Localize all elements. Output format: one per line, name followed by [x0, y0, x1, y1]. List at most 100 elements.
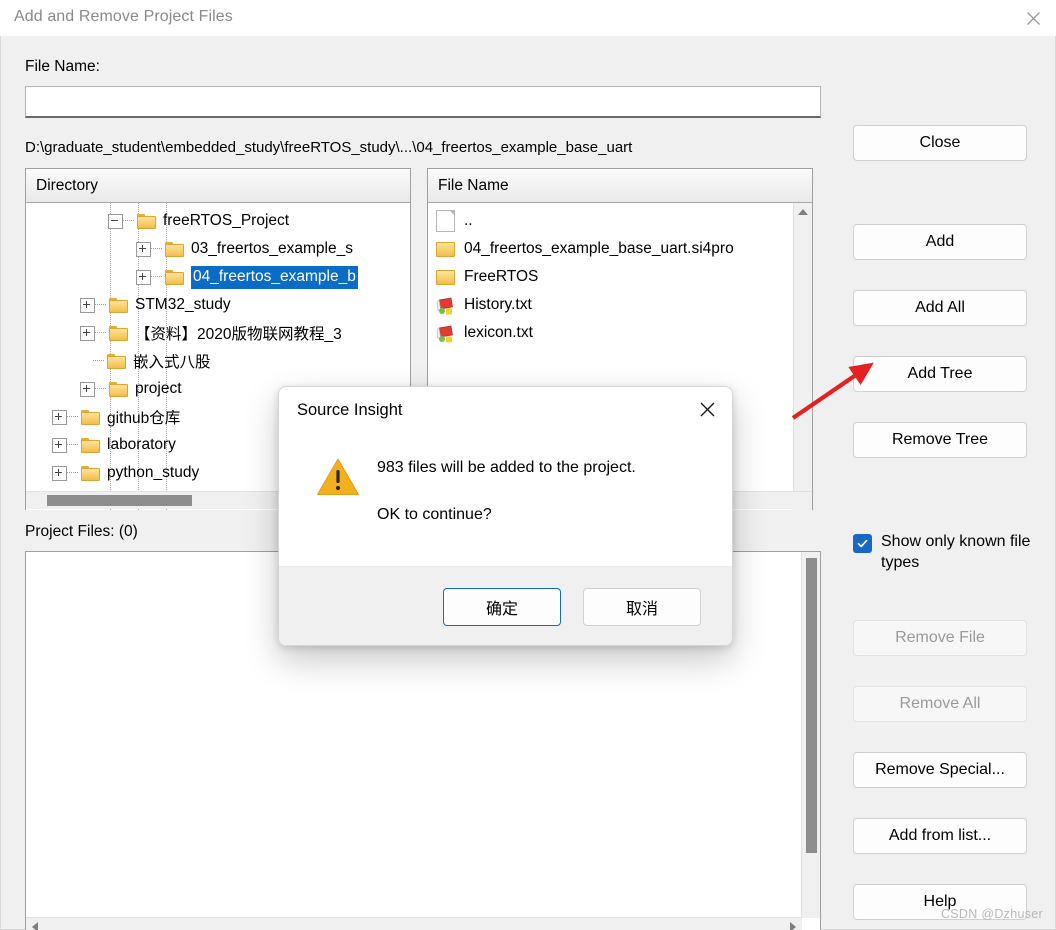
directory-tree-item-label: github仓库: [107, 410, 181, 427]
source-insight-modal: Source Insight 983 files will be added t…: [278, 386, 733, 646]
directory-tree-item-label: 嵌入式八股: [133, 354, 211, 371]
project-files-hscrollbar[interactable]: [26, 917, 802, 930]
remove-all-button: Remove All: [853, 686, 1027, 722]
expand-icon[interactable]: [80, 297, 95, 313]
tree-connector: [93, 360, 104, 362]
checkbox-label: Show only known file types: [881, 533, 1031, 571]
directory-tree-item-label: laboratory: [107, 436, 176, 453]
add-button[interactable]: Add: [853, 224, 1027, 260]
add-from-list-button[interactable]: Add from list...: [853, 818, 1027, 854]
file-name-input[interactable]: [26, 87, 820, 116]
text-file-icon: [436, 296, 455, 315]
folder-icon: [107, 353, 126, 369]
tree-connector: [95, 304, 106, 306]
directory-tree-item[interactable]: STM32_study: [26, 291, 410, 319]
add-tree-button[interactable]: Add Tree: [853, 356, 1027, 392]
file-list-item-label: History.txt: [464, 296, 532, 313]
directory-tree-item-label: python_study: [107, 464, 200, 481]
modal-title: Source Insight: [297, 401, 403, 419]
directory-tree-item-label: 【资料】2020版物联网教程_3: [135, 326, 342, 343]
scroll-left-icon[interactable]: [29, 921, 41, 930]
text-file-icon: [436, 324, 455, 343]
folder-icon: [81, 409, 100, 425]
tree-connector: [151, 276, 162, 278]
file-list-item[interactable]: FreeRTOS: [428, 263, 812, 291]
warning-triangle-icon: [317, 458, 359, 495]
folder-icon: [165, 241, 184, 257]
folder-icon: [436, 241, 455, 257]
folder-icon: [436, 269, 455, 285]
tree-connector: [67, 416, 78, 418]
project-files-vscroll-thumb[interactable]: [806, 558, 817, 853]
file-list-item[interactable]: History.txt: [428, 291, 812, 319]
folder-icon: [109, 325, 128, 341]
file-list-item[interactable]: ..: [428, 207, 812, 235]
file-list-item-label: FreeRTOS: [464, 268, 539, 285]
file-list-item[interactable]: lexicon.txt: [428, 319, 812, 347]
directory-tree-item[interactable]: 【资料】2020版物联网教程_3: [26, 319, 410, 347]
directory-tree-item-label: 04_freertos_example_b: [191, 265, 358, 289]
remove-file-button: Remove File: [853, 620, 1027, 656]
directory-tree-item[interactable]: 嵌入式八股: [26, 347, 410, 375]
file-name-input-wrap[interactable]: [25, 86, 821, 118]
directory-panel-header: Directory: [26, 169, 410, 203]
directory-tree-item-label: freeRTOS_Project: [163, 212, 290, 229]
folder-icon: [81, 465, 100, 481]
tree-connector: [67, 444, 78, 446]
tree-connector: [67, 472, 78, 474]
folder-icon: [165, 269, 184, 285]
directory-tree-item-label: project: [135, 380, 182, 397]
folder-icon: [109, 297, 128, 313]
project-files-label: Project Files: (0): [25, 523, 138, 540]
checkmark-icon[interactable]: [853, 534, 872, 553]
file-list-item-label: ..: [464, 212, 473, 229]
file-list-item-label: lexicon.txt: [464, 324, 533, 341]
tree-connector: [95, 332, 106, 334]
expand-icon[interactable]: [52, 465, 67, 481]
close-icon[interactable]: [1010, 0, 1056, 36]
document-icon: [436, 210, 455, 232]
directory-tree-item[interactable]: freeRTOS_Project: [26, 207, 410, 235]
expand-icon[interactable]: [80, 325, 95, 341]
tree-connector: [123, 220, 134, 222]
file-list-item-label: 04_freertos_example_base_uart.si4pro: [464, 240, 734, 257]
directory-tree-item-label: STM32_study: [135, 296, 231, 313]
scroll-up-icon[interactable]: [794, 203, 812, 221]
modal-message-line-2: OK to continue?: [377, 506, 492, 523]
directory-tree-item-label: 03_freertos_example_s: [191, 240, 353, 257]
modal-content: 983 files will be added to the project. …: [279, 435, 732, 569]
folder-icon: [137, 213, 156, 229]
expand-icon[interactable]: [136, 241, 151, 257]
tree-connector: [151, 248, 162, 250]
directory-hscroll-thumb[interactable]: [47, 495, 192, 506]
project-files-vscrollbar[interactable]: [801, 552, 820, 918]
collapse-icon[interactable]: [108, 213, 123, 229]
tree-connector: [95, 388, 106, 390]
modal-footer: 确定 取消: [279, 566, 732, 645]
modal-message-line-1: 983 files will be added to the project.: [377, 459, 636, 476]
close-button[interactable]: Close: [853, 125, 1027, 161]
file-name-label: File Name:: [25, 58, 100, 75]
scroll-right-icon[interactable]: [787, 921, 799, 930]
show-only-known-file-types-checkbox[interactable]: Show only known file types: [853, 531, 1033, 573]
file-name-panel-header: File Name: [428, 169, 812, 203]
add-remove-project-files-dialog: Add and Remove Project Files File Name: …: [0, 0, 1056, 930]
file-list-item[interactable]: 04_freertos_example_base_uart.si4pro: [428, 235, 812, 263]
expand-icon[interactable]: [52, 409, 67, 425]
expand-icon[interactable]: [80, 381, 95, 397]
current-path-label: D:\graduate_student\embedded_study\freeR…: [25, 139, 633, 156]
modal-ok-button[interactable]: 确定: [443, 588, 561, 626]
remove-tree-button[interactable]: Remove Tree: [853, 422, 1027, 458]
watermark: CSDN @Dzhuser: [940, 907, 1043, 921]
folder-icon: [109, 381, 128, 397]
page-title: Add and Remove Project Files: [14, 8, 233, 25]
expand-icon[interactable]: [52, 437, 67, 453]
directory-tree-item[interactable]: 03_freertos_example_s: [26, 235, 410, 263]
file-list-vscrollbar[interactable]: [793, 203, 812, 510]
modal-cancel-button[interactable]: 取消: [583, 588, 701, 626]
add-all-button[interactable]: Add All: [853, 290, 1027, 326]
remove-special-button[interactable]: Remove Special...: [853, 752, 1027, 788]
expand-icon[interactable]: [136, 269, 151, 285]
modal-close-icon[interactable]: [688, 393, 726, 425]
directory-tree-item[interactable]: 04_freertos_example_b: [26, 263, 410, 291]
